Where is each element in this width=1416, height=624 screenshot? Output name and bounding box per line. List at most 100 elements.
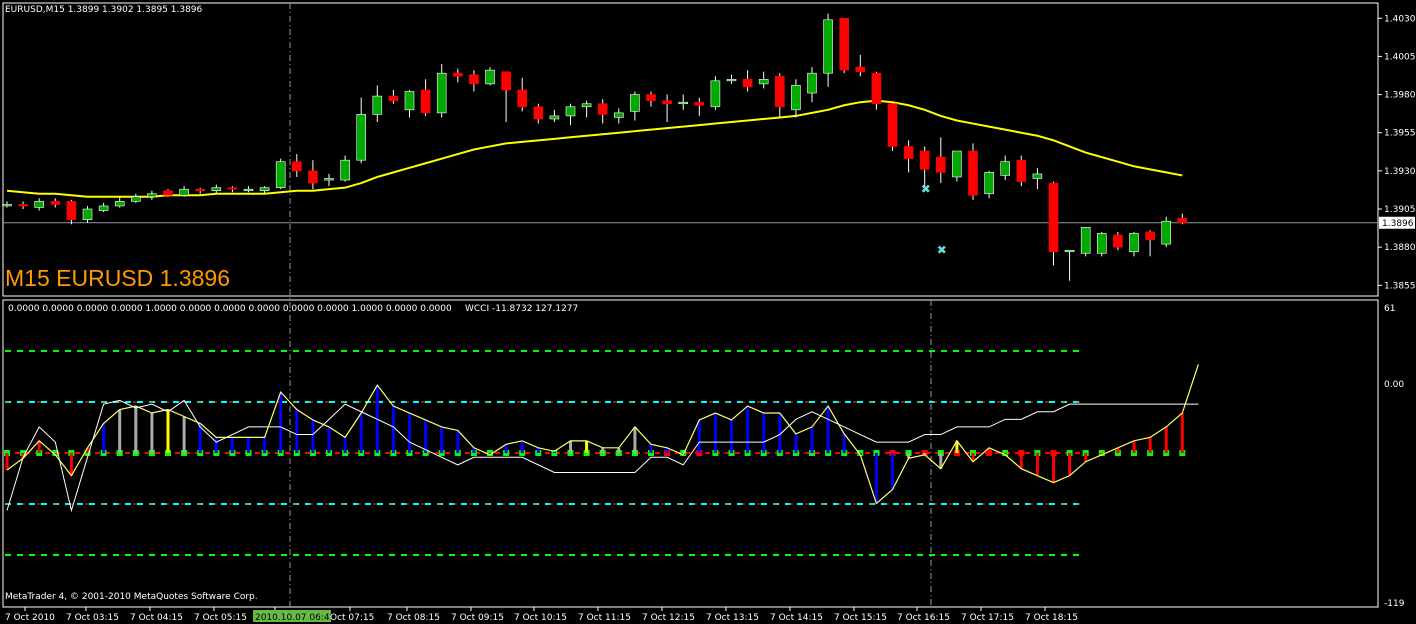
candle-body: [388, 95, 399, 101]
candle-body: [968, 150, 978, 196]
candle-body: [50, 201, 61, 205]
time-label: 7 Oct 14:15: [770, 613, 823, 623]
candle-body: [871, 72, 882, 105]
candle-body: [469, 74, 479, 85]
candle-body: [275, 161, 286, 188]
candle-body: [694, 101, 705, 106]
candle-body: [485, 69, 495, 85]
candle-body: [1161, 220, 1171, 245]
time-label: 7 Oct 08:15: [387, 613, 440, 623]
price-tick-label: 1.3855: [1384, 281, 1416, 291]
candle-body: [179, 188, 189, 196]
candle-body: [1064, 249, 1075, 253]
candle-body: [372, 95, 383, 115]
candle-body: [1016, 159, 1027, 182]
candle-body: [324, 178, 334, 181]
price-tick-label: 1.3980: [1384, 91, 1416, 101]
candle-body: [919, 150, 930, 170]
signal-marker: ✖: [921, 182, 931, 196]
candle-body: [565, 106, 576, 117]
indicator-values: 0.0000 0.0000 0.0000 0.0000 1.0000 0.000…: [8, 304, 452, 314]
signal-marker: ✖: [937, 243, 947, 257]
candle-body: [1080, 227, 1091, 254]
time-label: 7 Oct 16:15: [897, 613, 950, 623]
candle-body: [984, 172, 994, 195]
candle-body: [1113, 234, 1123, 248]
indicator-tick-label: 61: [1384, 304, 1395, 314]
indicator-name: WCCI -11.8732 127.1277: [465, 304, 579, 314]
candle-body: [726, 79, 737, 82]
candle-body: [452, 72, 463, 77]
candle-body: [533, 106, 544, 120]
time-label: 7 Oct 17:15: [961, 613, 1014, 623]
time-label: 7 Oct 12:15: [642, 613, 695, 623]
candle-body: [420, 89, 431, 114]
price-tick-label: 1.3955: [1384, 129, 1416, 139]
candle-body: [1145, 231, 1155, 240]
candle-body: [259, 187, 270, 192]
time-label: 7 Oct 05:15: [194, 613, 247, 623]
crosshair-time-label: 2010.10.07 06:45: [255, 613, 335, 623]
candle-body: [356, 114, 367, 161]
candle-body: [952, 150, 962, 178]
candle-body: [839, 17, 850, 71]
candle-body: [807, 72, 817, 94]
candle-body: [291, 161, 302, 172]
candle-body: [1000, 161, 1011, 176]
candle-body: [34, 201, 45, 208]
candle-body: [501, 71, 511, 91]
candle-body: [823, 19, 833, 74]
candle-body: [678, 101, 689, 105]
candle-body: [131, 196, 141, 202]
price-tick-label: 1.4005: [1384, 52, 1416, 62]
time-label: 7 Oct 2010: [5, 613, 55, 623]
candle-body: [758, 79, 769, 85]
candle-body: [646, 94, 656, 101]
candle-body: [791, 85, 801, 111]
candle-body: [630, 94, 640, 112]
time-label: 7 Oct 09:15: [451, 613, 504, 623]
price-watermark: M15 EURUSD 1.3896: [5, 265, 230, 291]
time-label: 7 Oct 11:15: [578, 613, 631, 623]
copyright-text: MetaTrader 4, © 2001-2010 MetaQuotes Sof…: [5, 592, 258, 602]
candle-body: [404, 91, 415, 111]
indicator-tick-label: 0.00: [1384, 380, 1404, 390]
candle-body: [114, 201, 125, 207]
candle-body: [1129, 233, 1139, 253]
time-label: 7 Oct 10:15: [514, 613, 567, 623]
candle-body: [18, 204, 28, 207]
candle-body: [82, 208, 93, 220]
time-label: Oct 07:15: [330, 613, 374, 623]
time-label: 7 Oct 13:15: [706, 613, 759, 623]
indicator-tick-label: -119: [1384, 599, 1405, 609]
candle-body: [517, 89, 528, 108]
candle-body: [1097, 233, 1107, 254]
candle-body: [147, 193, 157, 198]
candle-body: [211, 187, 222, 192]
candle-body: [662, 100, 672, 105]
time-label: 7 Oct 15:15: [834, 613, 887, 623]
candle-body: [710, 80, 721, 108]
candle-body: [2, 204, 12, 207]
price-tick-label: 1.3880: [1384, 243, 1416, 253]
candle-body: [243, 188, 254, 191]
candle-body: [340, 159, 350, 181]
price-tick-label: 1.3930: [1384, 167, 1416, 177]
candle-body: [195, 188, 205, 192]
candle-body: [1048, 182, 1059, 253]
candle-body: [613, 112, 624, 118]
candle-body: [887, 103, 898, 147]
price-tick-label: 1.3905: [1384, 205, 1416, 215]
candle-body: [935, 156, 946, 173]
symbol-info: EURUSD,M15 1.3899 1.3902 1.3895 1.3896: [5, 5, 203, 15]
time-label: 7 Oct 04:15: [130, 613, 183, 623]
candle-body: [549, 115, 560, 120]
time-label: 7 Oct 03:15: [66, 613, 119, 623]
candle-body: [855, 66, 866, 72]
candle-body: [1032, 173, 1043, 179]
candle-body: [308, 170, 318, 184]
current-price-label: 1.3896: [1382, 219, 1414, 229]
time-label: 7 Oct 18:15: [1025, 613, 1078, 623]
candle-body: [581, 103, 592, 108]
candle-body: [774, 75, 785, 108]
